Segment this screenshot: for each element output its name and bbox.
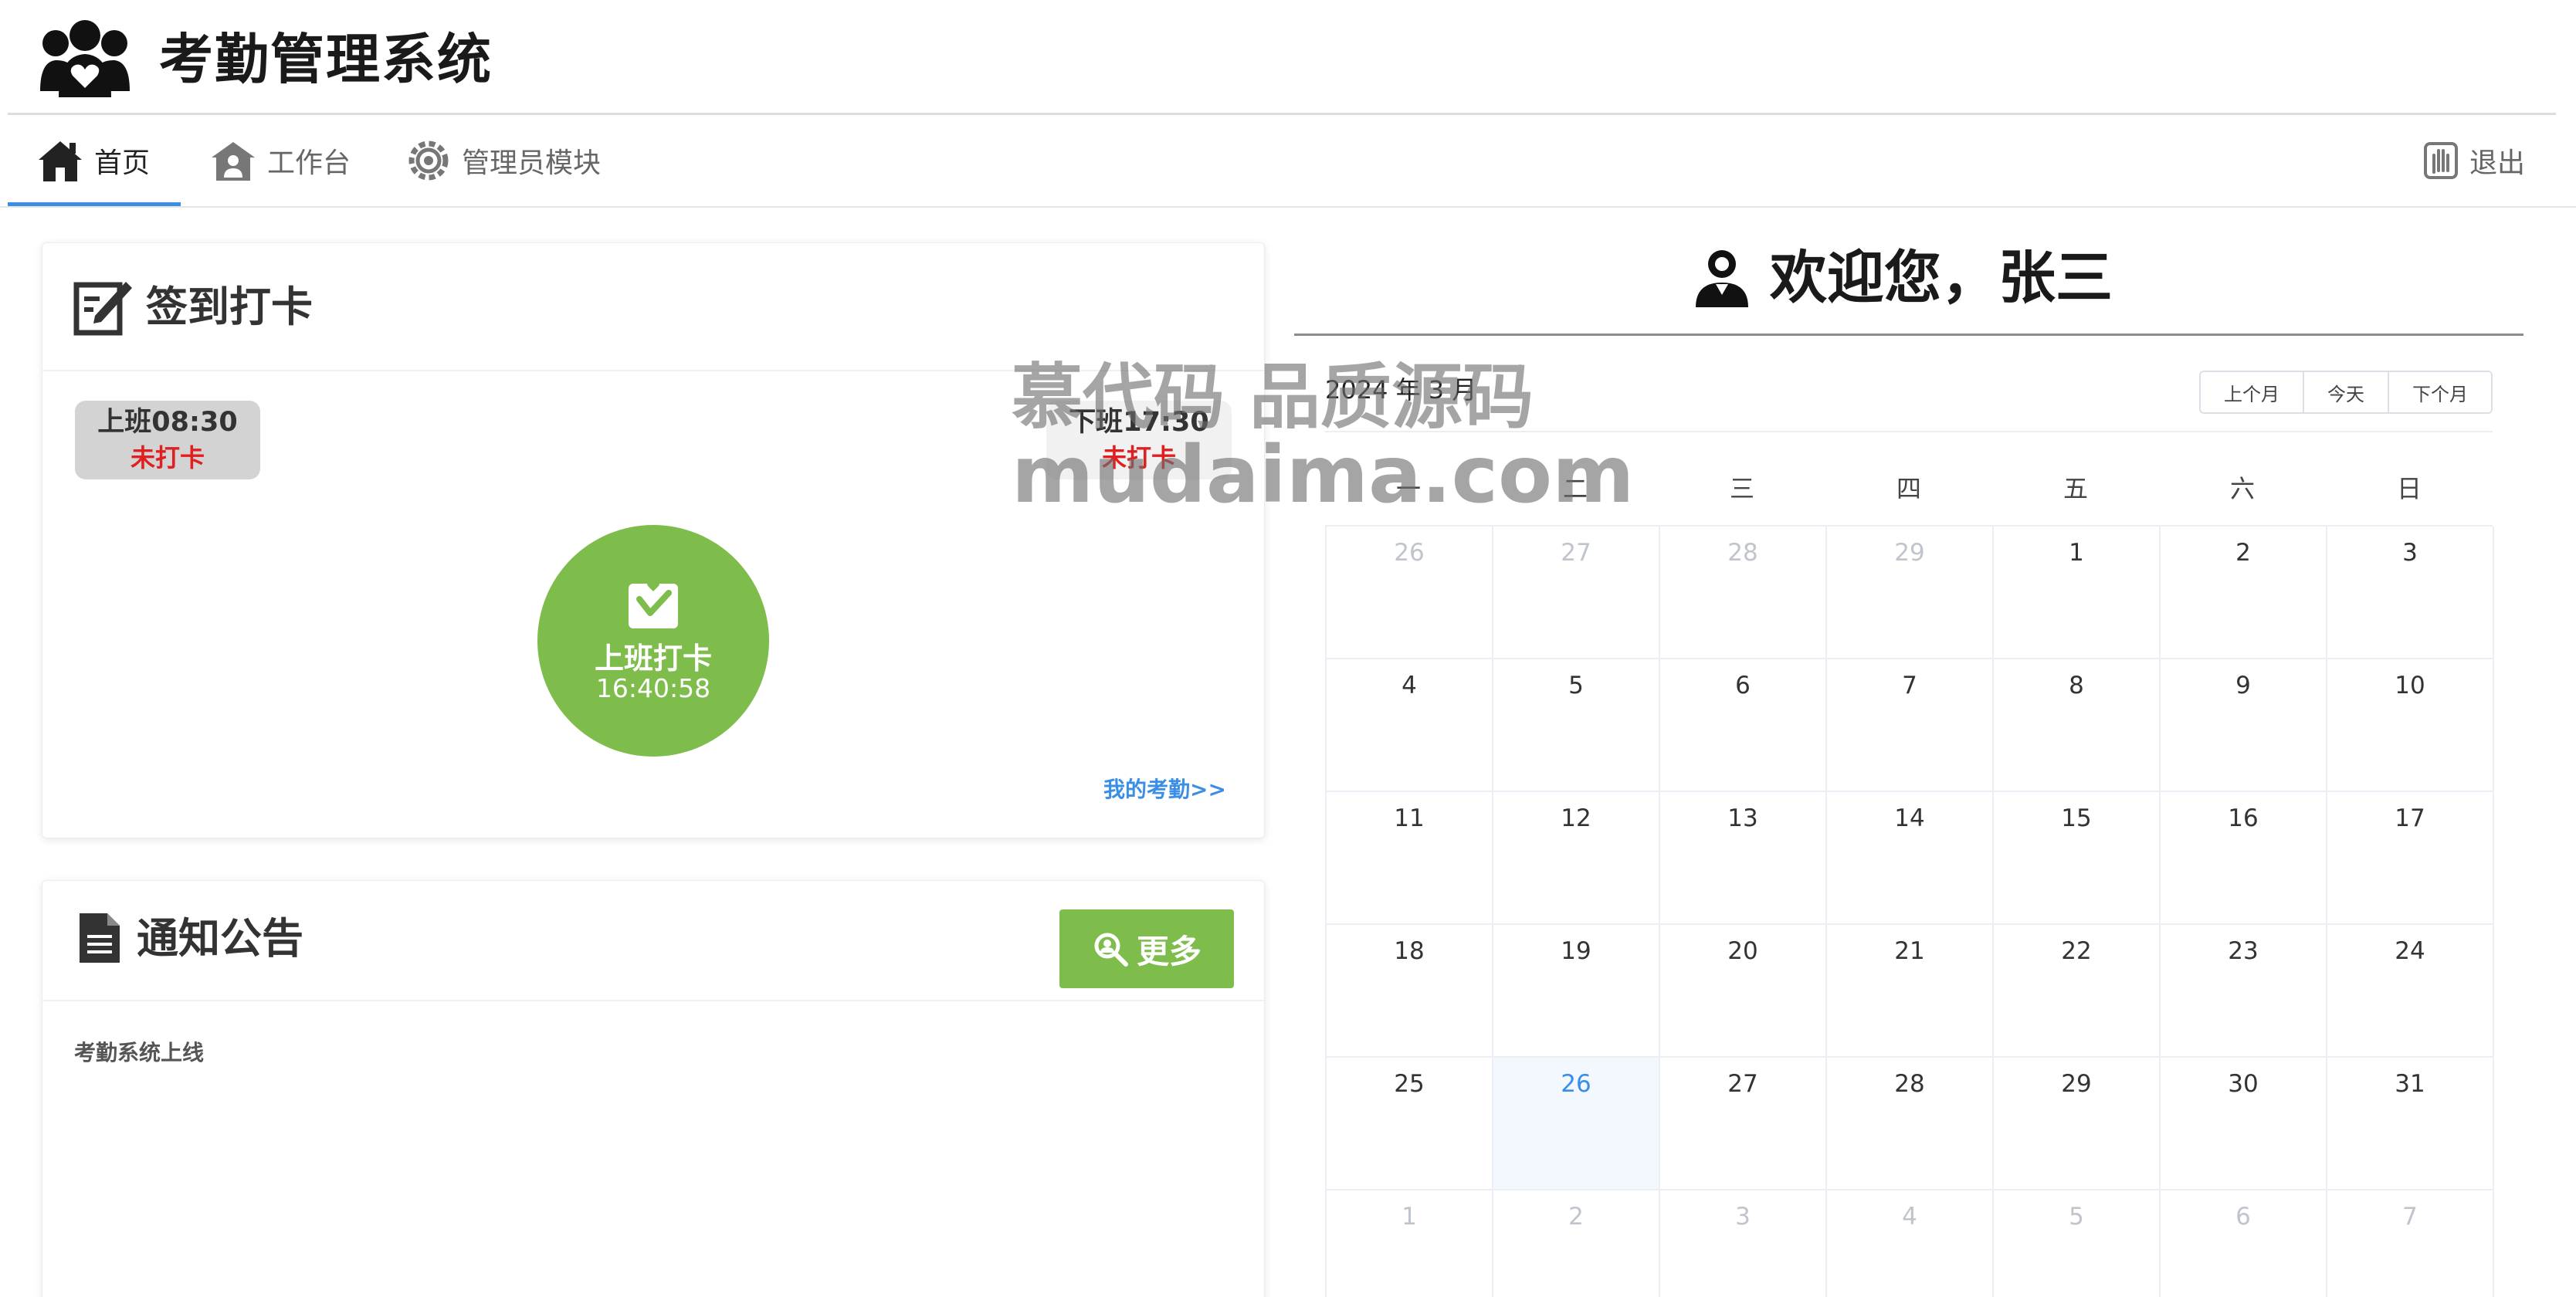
nav-admin-label: 管理员模块 (462, 147, 602, 179)
notice-more-button[interactable]: 更多 (1059, 909, 1234, 988)
calendar-day[interactable]: 10 (2327, 659, 2494, 792)
calendar-day[interactable]: 27 (1660, 1058, 1827, 1190)
team-heart-icon (40, 20, 130, 97)
calendar-grid: 26 27 28 29 1 2 3 4 5 6 7 8 9 10 11 12 13 14 15 16 17 18 19 20 2… (1325, 525, 2494, 1297)
calendar-day[interactable]: 17 (2327, 792, 2494, 925)
calendar-day[interactable]: 15 (1994, 792, 2161, 925)
calendar-day[interactable]: 5 (1493, 659, 1660, 792)
calendar-day[interactable]: 14 (1827, 792, 1994, 925)
calendar-day[interactable]: 9 (2161, 659, 2327, 792)
home-icon (39, 141, 82, 181)
shift-start-time: 上班08:30 (97, 407, 238, 438)
app-root: 考勤管理系统 首页 工作台 管理员模块 退出 签到打卡 上班08:30 未打卡 … (0, 0, 2576, 1297)
weekday-label: 六 (2229, 474, 2255, 503)
calendar-day[interactable]: 7 (2327, 1190, 2494, 1297)
calendar-day[interactable]: 3 (2327, 527, 2494, 659)
weekday-label: 三 (1729, 474, 1754, 503)
logout-button[interactable]: 退出 (2423, 116, 2525, 205)
punch-clock: 16:40:58 (595, 673, 711, 703)
calendar-day[interactable]: 29 (1827, 527, 1994, 659)
calendar-day[interactable]: 3 (1660, 1190, 1827, 1297)
app-header: 考勤管理系统 (0, 0, 2576, 115)
document-icon (80, 913, 120, 963)
edit-sign-icon (73, 282, 132, 336)
calendar-nav-group: 上个月 今天 下个月 (2199, 371, 2493, 414)
logout-hand-icon (2424, 142, 2458, 179)
calendar-day[interactable]: 31 (2327, 1058, 2494, 1190)
calendar-day[interactable]: 1 (1327, 1190, 1493, 1297)
weekday-label: 日 (2396, 474, 2422, 503)
calendar-day[interactable]: 6 (2161, 1190, 2327, 1297)
shift-start-badge: 上班08:30 未打卡 (75, 401, 260, 479)
watermark-text: 慕代码 品质源码 (1012, 356, 1534, 439)
calendar-day[interactable]: 5 (1994, 1190, 2161, 1297)
my-attendance-link[interactable]: 我的考勤>> (1103, 773, 1226, 804)
notice-more-label: 更多 (1136, 932, 1202, 970)
calendar-day[interactable]: 28 (1660, 527, 1827, 659)
calendar-day[interactable]: 24 (2327, 925, 2494, 1058)
nav-home[interactable]: 首页 (37, 116, 150, 205)
nav-divider (0, 206, 2576, 208)
calendar-day[interactable]: 29 (1994, 1058, 2161, 1190)
calendar-day[interactable]: 23 (2161, 925, 2327, 1058)
logout-label: 退出 (2469, 147, 2526, 179)
calendar-day[interactable]: 30 (2161, 1058, 2327, 1190)
calendar-day[interactable]: 18 (1327, 925, 1493, 1058)
workbench-icon (212, 142, 255, 181)
welcome-banner: 欢迎您，张三 (1691, 241, 2113, 315)
calendar-day[interactable]: 16 (2161, 792, 2327, 925)
nav-workbench[interactable]: 工作台 (210, 116, 351, 205)
calendar-day[interactable]: 2 (2161, 527, 2327, 659)
calendar-day[interactable]: 4 (1327, 659, 1493, 792)
calendar-day[interactable]: 6 (1660, 659, 1827, 792)
calendar-day[interactable]: 7 (1827, 659, 1994, 792)
calendar-day[interactable]: 12 (1493, 792, 1660, 925)
calendar-day-today[interactable]: 26 (1493, 1058, 1660, 1190)
calendar-day[interactable]: 13 (1660, 792, 1827, 925)
prev-month-button[interactable]: 上个月 (2201, 372, 2303, 412)
calendar-day[interactable]: 19 (1493, 925, 1660, 1058)
calendar-day[interactable]: 4 (1827, 1190, 1994, 1297)
calendar-day[interactable]: 28 (1827, 1058, 1994, 1190)
calendar-day[interactable]: 21 (1827, 925, 1994, 1058)
gear-icon (408, 141, 449, 181)
nav-home-label: 首页 (94, 147, 151, 179)
welcome-divider (1294, 334, 2523, 336)
nav-admin[interactable]: 管理员模块 (406, 116, 601, 205)
calendar-day[interactable]: 8 (1994, 659, 2161, 792)
next-month-button[interactable]: 下个月 (2388, 372, 2491, 412)
shift-start-status: 未打卡 (130, 443, 205, 472)
calendar-day[interactable]: 26 (1327, 527, 1493, 659)
punch-label: 上班打卡 (594, 642, 712, 676)
calendar-day[interactable]: 27 (1493, 527, 1660, 659)
calendar-day[interactable]: 20 (1660, 925, 1827, 1058)
calendar-day[interactable]: 1 (1994, 527, 2161, 659)
watermark-url: mudaima.com (1012, 429, 1635, 521)
weekday-label: 五 (2062, 474, 2088, 503)
calendar-day[interactable]: 2 (1493, 1190, 1660, 1297)
welcome-text: 欢迎您，张三 (1770, 245, 2113, 311)
today-button[interactable]: 今天 (2303, 372, 2388, 412)
calendar-day[interactable]: 22 (1994, 925, 2161, 1058)
checkbox-heart-icon (629, 580, 678, 628)
notice-item[interactable]: 考勤系统上线 (74, 1036, 204, 1067)
app-title: 考勤管理系统 (159, 28, 493, 91)
calendar-day[interactable]: 11 (1327, 792, 1493, 925)
user-icon (1696, 250, 1748, 307)
top-nav: 首页 工作台 管理员模块 退出 (0, 116, 2576, 208)
notice-title: 通知公告 (137, 914, 303, 963)
weekday-label: 四 (1896, 474, 1921, 503)
calendar-day[interactable]: 25 (1327, 1058, 1493, 1190)
punch-in-button[interactable]: 上班打卡 16:40:58 (537, 525, 769, 757)
header-divider (8, 113, 2556, 115)
nav-workbench-label: 工作台 (267, 147, 351, 179)
checkin-title: 签到打卡 (146, 283, 313, 331)
search-icon (1094, 933, 1128, 967)
